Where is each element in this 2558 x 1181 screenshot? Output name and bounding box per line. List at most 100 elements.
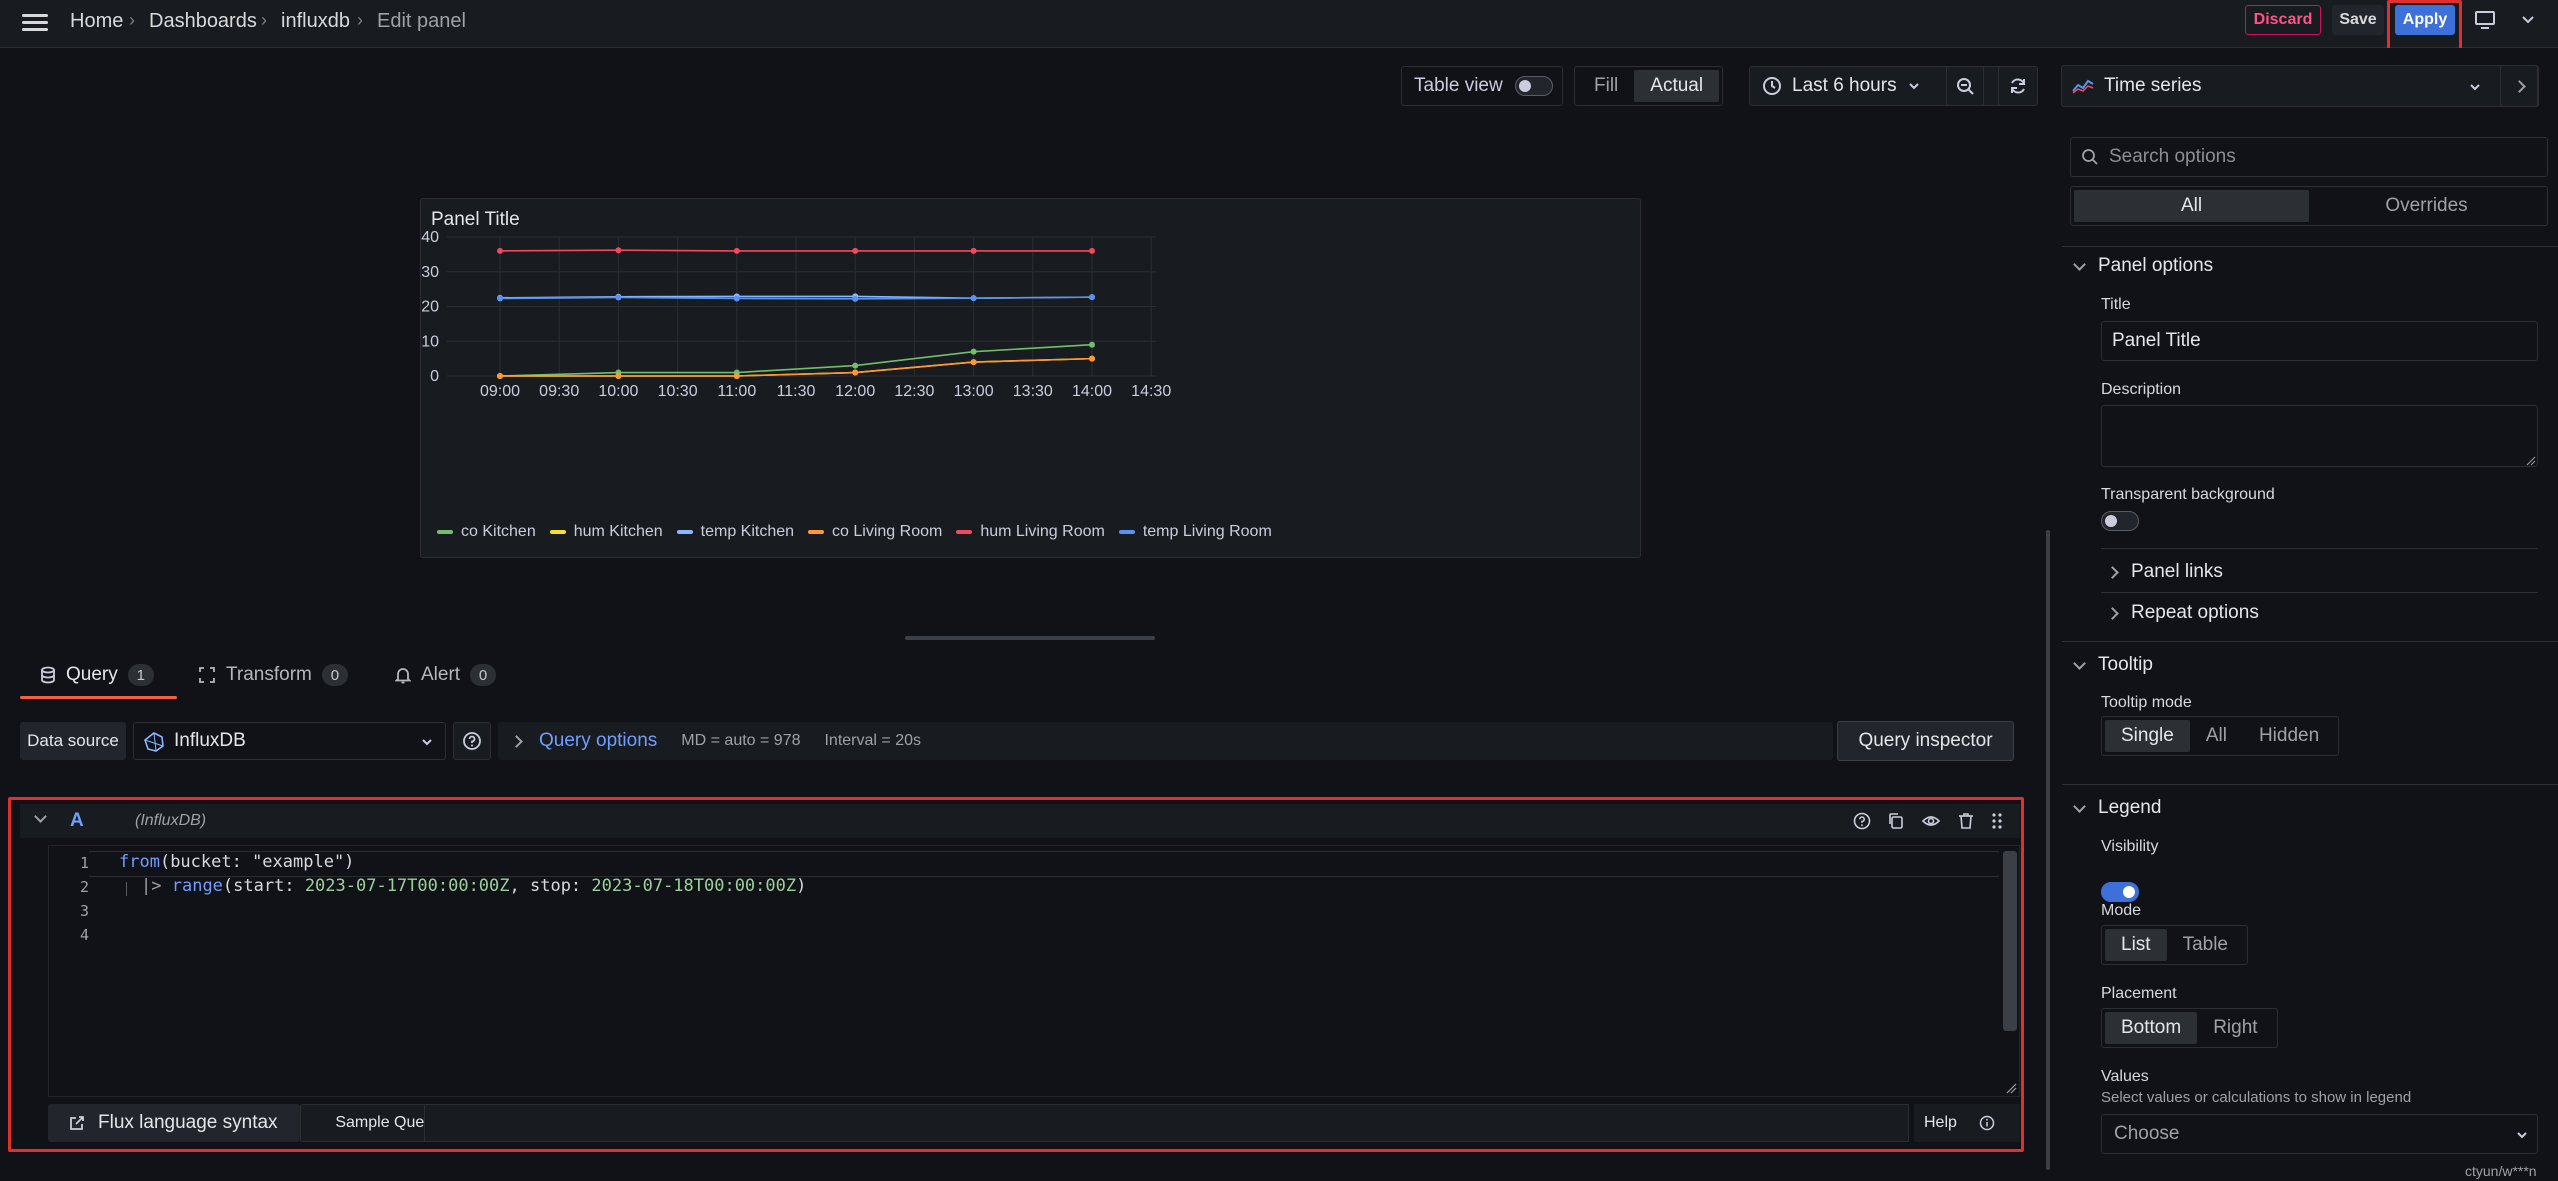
monitor-icon[interactable]	[2474, 10, 2496, 30]
repeat-options-header[interactable]: Repeat options	[2106, 602, 2259, 624]
legend-item[interactable]: hum Kitchen	[549, 523, 663, 541]
tooltip-title: Tooltip	[2098, 654, 2153, 675]
table-view-toggle-group[interactable]: Table view	[1401, 66, 1563, 106]
chevron-down-icon	[1908, 83, 1919, 90]
legend-item[interactable]: co Living Room	[808, 523, 942, 541]
data-point	[733, 247, 740, 254]
datasource-picker[interactable]: InfluxDB	[133, 722, 446, 760]
resize-grip-icon[interactable]	[2526, 456, 2536, 466]
tooltip-mode-label: Tooltip mode	[2101, 694, 2192, 711]
datasource-value: InfluxDB	[174, 730, 246, 751]
apply-highlight	[2387, 0, 2462, 52]
query-options-label[interactable]: Query options	[539, 730, 657, 752]
tab-alert[interactable]: Alert 0	[395, 664, 497, 686]
legend-placement-bottom[interactable]: Bottom	[2105, 1012, 2198, 1044]
visualization-picker[interactable]: Time series	[2061, 65, 2539, 107]
description-label: Description	[2101, 381, 2182, 398]
breadcrumb-dashboards[interactable]: Dashboards	[149, 10, 257, 33]
footer-user: ctyun/w***n	[2465, 1163, 2537, 1179]
refresh-button[interactable]	[1998, 66, 2038, 106]
tab-query-label: Query	[66, 664, 118, 685]
clock-icon	[1763, 77, 1781, 95]
options-tabs[interactable]: All Overrides	[2070, 186, 2548, 226]
data-point	[733, 295, 740, 302]
x-tick-label: 13:00	[954, 383, 994, 400]
pane-resize-handle[interactable]	[905, 636, 1155, 640]
legend-swatch	[676, 530, 693, 534]
legend-visibility-toggle[interactable]	[2101, 882, 2139, 902]
table-view-toggle[interactable]	[1514, 76, 1553, 96]
mode-label: Mode	[2101, 902, 2142, 919]
chevron-right-icon	[2512, 79, 2526, 93]
save-button[interactable]: Save	[2332, 5, 2384, 35]
tooltip-mode-selector[interactable]: Single All Hidden	[2101, 716, 2340, 756]
tooltip-mode-single[interactable]: Single	[2105, 720, 2190, 752]
legend-item[interactable]: temp Living Room	[1118, 523, 1272, 541]
tooltip-mode-hidden[interactable]: Hidden	[2243, 720, 2335, 752]
data-point	[615, 373, 622, 379]
tab-overrides[interactable]: Overrides	[2309, 190, 2544, 222]
section-divider	[2062, 784, 2558, 785]
tab-all[interactable]: All	[2074, 190, 2309, 222]
legend-header[interactable]: Legend	[2073, 797, 2161, 819]
legend-placement-right[interactable]: Right	[2197, 1012, 2273, 1044]
breadcrumb-separator: ›	[129, 10, 135, 30]
breadcrumb-separator: ›	[261, 10, 267, 30]
fill-option[interactable]: Fill	[1578, 70, 1634, 102]
tab-transform[interactable]: Transform 0	[198, 664, 348, 686]
time-series-chart[interactable]: 0 10 20 30 40 09:00 09:30 10:00 10:30 11:00 11:30 1…	[421, 225, 1642, 545]
x-tick-label: 10:00	[598, 383, 638, 400]
legend-mode-list[interactable]: List	[2105, 929, 2167, 961]
panel-options-header[interactable]: Panel options	[2073, 255, 2214, 277]
values-placeholder: Choose	[2114, 1123, 2180, 1144]
menu-icon[interactable]	[22, 10, 48, 36]
tooltip-header[interactable]: Tooltip	[2073, 654, 2153, 676]
breadcrumb-home[interactable]: Home	[70, 10, 123, 33]
tooltip-mode-all[interactable]: All	[2190, 720, 2243, 752]
legend-item[interactable]: hum Living Room	[956, 523, 1105, 541]
query-options-bar[interactable]: Query options MD = auto = 978 Interval =…	[498, 722, 1833, 760]
panel-links-header[interactable]: Panel links	[2106, 561, 2223, 583]
datasource-help-button[interactable]	[453, 722, 491, 760]
tab-query-count: 1	[127, 664, 154, 686]
title-input[interactable]: Panel Title	[2101, 321, 2538, 361]
legend-placement-selector[interactable]: Bottom Right	[2101, 1008, 2278, 1048]
time-range-picker[interactable]: Last 6 hours	[1749, 66, 2027, 106]
collapse-options-button[interactable]	[2500, 65, 2538, 107]
description-textarea[interactable]	[2101, 405, 2538, 467]
influxdb-icon	[144, 732, 164, 752]
legend-item[interactable]: temp Kitchen	[676, 523, 794, 541]
tab-query[interactable]: Query 1	[40, 664, 154, 686]
zoom-out-button[interactable]	[1946, 66, 1984, 106]
legend-swatch	[956, 530, 973, 534]
x-tick-label: 10:30	[658, 383, 698, 400]
x-tick-label: 12:30	[894, 383, 934, 400]
chevron-down-icon[interactable]	[2520, 12, 2536, 28]
x-tick-label: 14:30	[1131, 383, 1171, 400]
panel-options-title: Panel options	[2098, 255, 2214, 276]
data-point	[1089, 355, 1095, 362]
chevron-right-icon	[2106, 606, 2119, 620]
transparent-background-toggle[interactable]	[2101, 511, 2139, 531]
fill-actual-toggle[interactable]: Fill Actual	[1574, 66, 1724, 106]
discard-button[interactable]: Discard	[2245, 5, 2321, 35]
breadcrumb-dashboard[interactable]: influxdb	[281, 10, 350, 33]
legend-mode-selector[interactable]: List Table	[2101, 925, 2248, 965]
legend-item[interactable]: co Kitchen	[437, 523, 536, 541]
data-point	[733, 373, 740, 379]
panel-scrollbar[interactable]	[2046, 530, 2050, 1170]
query-inspector-button[interactable]: Query inspector	[1837, 721, 2014, 761]
title-label: Title	[2101, 296, 2131, 313]
data-point	[970, 247, 977, 254]
panel-links-title: Panel links	[2131, 561, 2223, 582]
y-tick-label: 20	[421, 299, 439, 316]
actual-option[interactable]: Actual	[1634, 70, 1720, 102]
visualization-name: Time series	[2104, 75, 2202, 96]
transform-icon	[199, 667, 215, 683]
time-series-icon	[2072, 79, 2094, 94]
legend-mode-table[interactable]: Table	[2167, 929, 2244, 961]
active-tab-indicator	[20, 696, 177, 699]
data-point	[1089, 294, 1095, 301]
search-options-input[interactable]: Search options	[2070, 137, 2548, 177]
values-select[interactable]: Choose	[2101, 1114, 2538, 1154]
